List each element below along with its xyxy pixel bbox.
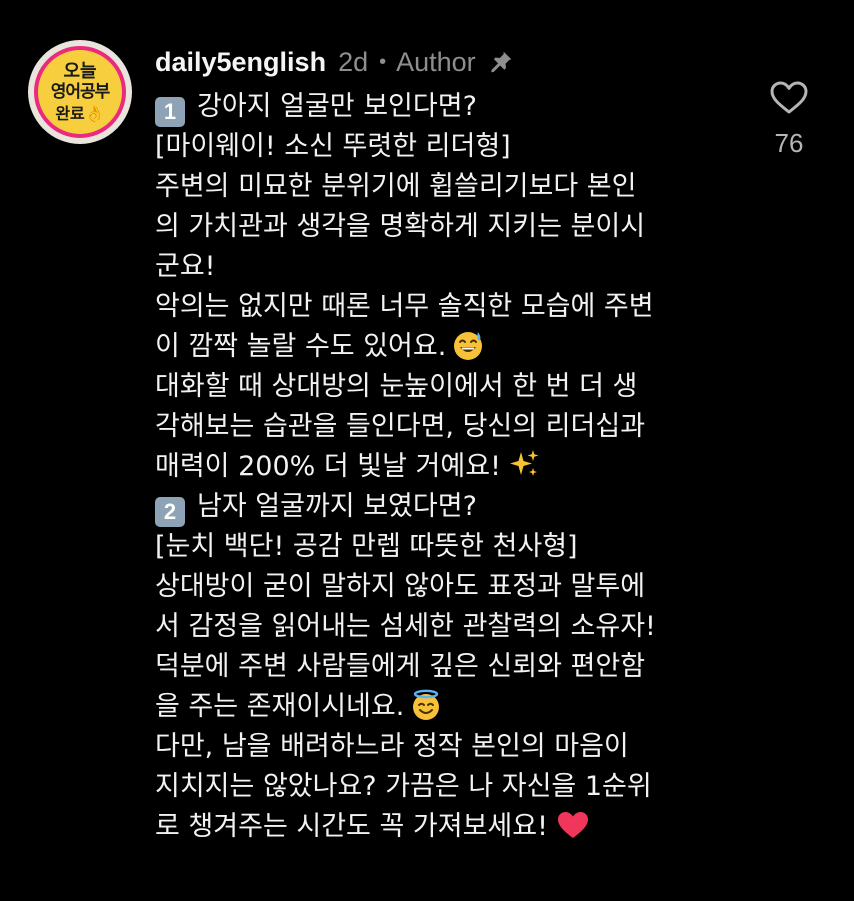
comment-line-text: 매력이 200% 더 빛날 거예요! (155, 451, 501, 482)
comment: 오늘 영어공부 완료👌 daily5english 2d • Author 1강… (0, 0, 854, 901)
pin-icon (490, 51, 511, 73)
like-control: 76 (766, 80, 812, 159)
comment-line-text: 남자 얼굴까지 보였다면? (197, 491, 477, 522)
username[interactable]: daily5english (155, 47, 326, 78)
halo-smile-emoji-icon (413, 689, 440, 720)
comment-line: 을 주는 존재이시네요. (155, 687, 755, 727)
comment-line: 지치지는 않았나요? 가끔은 나 자신을 1순위 (155, 771, 652, 802)
comment-line: 2 남자 얼굴까지 보였다면? (155, 487, 755, 527)
avatar[interactable]: 오늘 영어공부 완료👌 (28, 40, 132, 144)
comment-line: 덕분에 주변 사람들에게 깊은 신뢰와 편안함 (155, 651, 646, 682)
comment-line: 다만, 남을 배려하느라 정작 본인의 마음이 (155, 731, 629, 762)
avatar-text-line: 영어공부 (50, 81, 111, 102)
comment-line: 로 챙겨주는 시간도 꼭 가져보세요! (155, 807, 755, 847)
red-heart-emoji-icon (557, 812, 588, 838)
like-count: 76 (774, 128, 804, 158)
meta-separator: • (379, 50, 387, 73)
comment-line: 악의는 없지만 때론 너무 솔직한 모습에 주변 (155, 291, 654, 322)
comment-line: 상대방이 굳이 말하지 않아도 표정과 말투에 (155, 571, 646, 602)
avatar-text-line: 오늘 (63, 60, 97, 82)
comment-header: daily5english 2d • Author (155, 44, 514, 80)
comment-line: 1 강아지 얼굴만 보인다면? (155, 87, 755, 127)
comment-line: 각해보는 습관을 들인다면, 당신의 리더십과 (155, 411, 646, 442)
comment-line: 의 가치관과 생각을 명확하게 지키는 분이시 (155, 211, 646, 242)
heart-outline-icon[interactable] (769, 80, 809, 116)
avatar-text-line: 완료👌 (55, 103, 105, 123)
keycap-one-icon: 1 (155, 97, 185, 127)
comment-line: 군요! (155, 251, 216, 282)
comment-line: [눈치 백단! 공감 만렙 따뜻한 천사형] (155, 531, 578, 562)
comment-line: 대화할 때 상대방의 눈높이에서 한 번 더 생 (155, 371, 638, 402)
comment-line-text: 을 주는 존재이시네요. (155, 691, 405, 722)
avatar-badge: 오늘 영어공부 완료👌 (34, 46, 126, 138)
comment-line: 서 감정을 읽어내는 섬세한 관찰력의 소유자! (155, 611, 656, 642)
comment-body: 1 강아지 얼굴만 보인다면? [마이웨이! 소신 뚜렷한 리더형] 주변의 미묘… (155, 87, 755, 847)
comment-line-text: 로 챙겨주는 시간도 꼭 가져보세요! (155, 811, 548, 842)
sparkles-emoji-icon (509, 450, 539, 476)
keycap-two-icon: 2 (155, 497, 185, 527)
comment-line-text: 강아지 얼굴만 보인다면? (197, 91, 477, 122)
author-badge: Author (396, 46, 476, 77)
comment-line: 주변의 미묘한 분위기에 휩쓸리기보다 본인 (155, 171, 637, 202)
comment-line: 매력이 200% 더 빛날 거예요! (155, 447, 755, 487)
comment-line: [마이웨이! 소신 뚜렷한 리더형] (155, 131, 511, 162)
comment-line-text: 이 깜짝 놀랄 수도 있어요. (155, 331, 447, 362)
comment-line: 이 깜짝 놀랄 수도 있어요. (155, 327, 755, 367)
sweat-smile-emoji-icon (454, 332, 483, 360)
timestamp[interactable]: 2d (338, 47, 368, 78)
